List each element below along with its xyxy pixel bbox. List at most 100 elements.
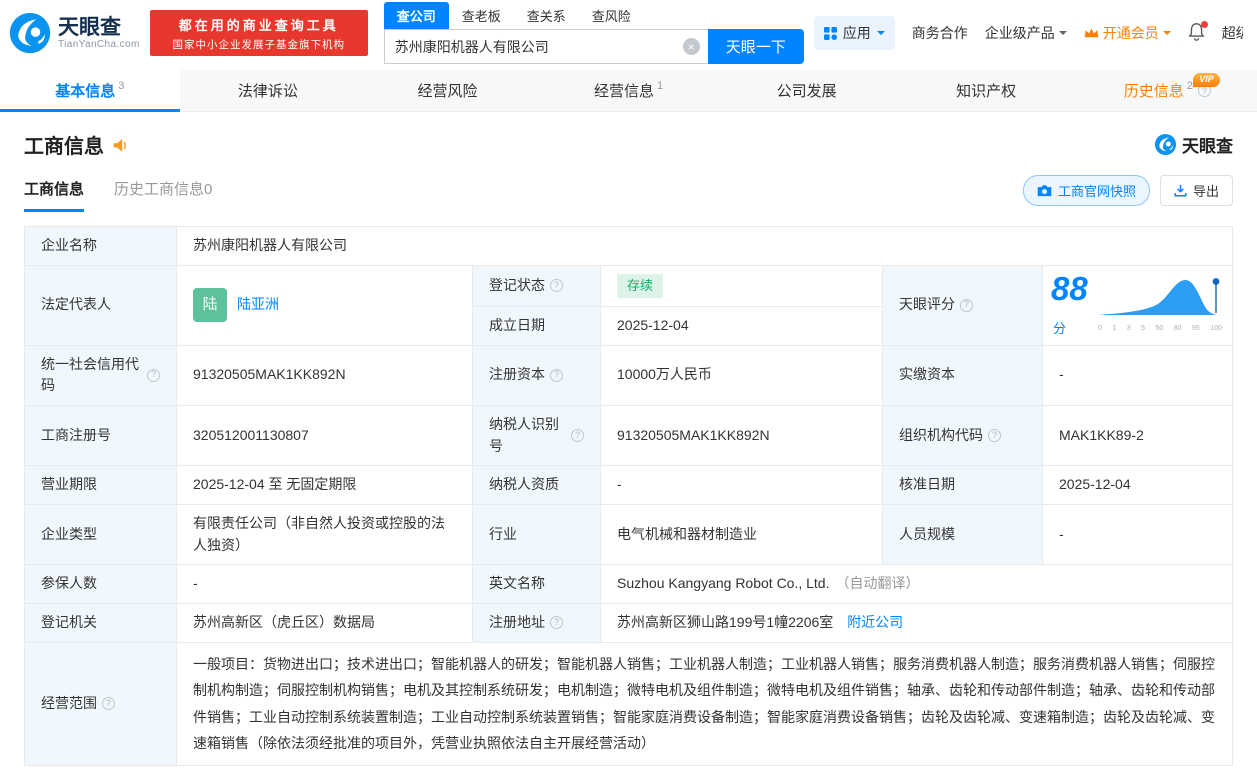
chevron-down-icon [1059,31,1067,39]
section-title: 工商信息 [24,130,104,159]
table-row: 参保人数 - 英文名称 Suzhou Kangyang Robot Co., L… [25,565,1233,604]
table-row: 企业名称 苏州康阳机器人有限公司 [25,227,1233,266]
vip-badge: VIP [1193,73,1220,87]
official-snapshot-button[interactable]: 工商官网快照 [1023,175,1150,206]
apps-menu[interactable]: 应用 [814,16,895,50]
score-axis: 01 35 5080 95100 [1096,324,1224,335]
taxpayer-id-label: 纳税人识别号 [473,405,601,465]
table-row: 统一社会信用代码 91320505MAK1KK892N 注册资本 10000万人… [25,345,1233,405]
help-icon[interactable] [571,429,584,442]
scope-label: 经营范围 [25,642,177,765]
org-code-label: 组织机构代码 [883,405,1043,465]
reg-no-label: 工商注册号 [25,405,177,465]
reg-status-label: 登记状态 [473,265,601,306]
credit-code-label: 统一社会信用代码 [25,345,177,405]
reg-status-value: 存续 [601,265,883,306]
search-tab-company[interactable]: 查公司 [384,2,449,29]
notification-dot [1201,21,1208,28]
logo-text: 天眼查 [58,16,140,39]
header-right-nav: 应用 商务合作 企业级产品 开通会员 超级风 [814,16,1243,50]
monitor-horn-icon[interactable] [112,137,129,153]
score-value[interactable]: 88分 01 35 5080 95100 [1043,265,1233,345]
score-label: 天眼评分 [883,265,1043,345]
avatar[interactable]: 陆 [193,288,227,322]
export-button[interactable]: 导出 [1160,175,1233,206]
super-risk-menu[interactable]: 超级风 [1222,23,1243,43]
clear-input-icon[interactable] [683,38,700,55]
english-name-value: Suzhou Kangyang Robot Co., Ltd.（自动翻译） [601,565,1233,604]
business-coop-link[interactable]: 商务合作 [912,23,968,43]
table-row: 营业期限 2025-12-04 至 无固定期限 纳税人资质 - 核准日期 202… [25,466,1233,505]
promo-line1: 都在用的商业查询工具 [179,15,339,34]
insured-label: 参保人数 [25,565,177,604]
english-name-label: 英文名称 [473,565,601,604]
chevron-down-icon [1163,31,1171,39]
tab-history-info[interactable]: VIP 历史信息2 [1077,70,1257,111]
enterprise-product-menu[interactable]: 企业级产品 [985,23,1067,43]
insured-value: - [177,565,473,604]
tianyancha-logo[interactable]: 天眼查 TianYanCha.com [8,11,140,55]
tab-company-development[interactable]: 公司发展 [718,70,898,111]
paid-capital-label: 实缴资本 [883,345,1043,405]
tianyancha-watermark: 天眼查 [1154,132,1233,157]
search-tab-risk[interactable]: 查风险 [579,2,644,29]
help-icon[interactable] [960,299,973,312]
subtab-history-business-info[interactable]: 历史工商信息0 [114,178,212,212]
search-input[interactable] [384,29,708,64]
legal-rep-link[interactable]: 陆亚洲 [237,294,279,316]
company-type-value: 有限责任公司（非自然人投资或控股的法人独资） [177,504,473,564]
term-value: 2025-12-04 至 无固定期限 [177,466,473,505]
tab-operation-info[interactable]: 经营信息1 [539,70,719,111]
search-area: 查公司 查老板 查关系 查风险 天眼一下 [384,2,804,64]
open-vip-menu[interactable]: 开通会员 [1084,23,1171,43]
approve-date-label: 核准日期 [883,466,1043,505]
auto-translate-note: （自动翻译） [835,575,919,591]
help-icon[interactable] [147,369,160,382]
search-tab-boss[interactable]: 查老板 [449,2,514,29]
apps-label: 应用 [843,23,871,43]
chevron-down-icon [877,31,885,39]
help-icon[interactable] [550,279,563,292]
address-value: 苏州高新区狮山路199号1幢2206室 附近公司 [601,604,1233,643]
industry-label: 行业 [473,504,601,564]
taxpayer-quality-label: 纳税人资质 [473,466,601,505]
table-row: 登记机关 苏州高新区（虎丘区）数据局 注册地址 苏州高新区狮山路199号1幢22… [25,604,1233,643]
score-distribution-chart: 01 35 5080 95100 [1096,275,1224,335]
table-row: 工商注册号 320512001130807 纳税人识别号 91320505MAK… [25,405,1233,465]
company-nav-tabs: 基本信息3 法律诉讼 经营风险 经营信息1 公司发展 知识产权 VIP 历史信息… [0,70,1257,112]
approve-date-value: 2025-12-04 [1043,466,1233,505]
search-tabs: 查公司 查老板 查关系 查风险 [384,2,804,29]
tab-legal-litigation[interactable]: 法律诉讼 [180,70,360,111]
promo-banner: 都在用的商业查询工具 国家中小企业发展子基金旗下机构 [150,10,368,56]
nearby-companies-link[interactable]: 附近公司 [847,614,903,630]
scope-value: 一般项目：货物进出口；技术进出口；智能机器人的研发；智能机器人销售；工业机器人制… [177,642,1233,765]
camera-icon [1037,184,1052,197]
search-tab-relation[interactable]: 查关系 [514,2,579,29]
search-button[interactable]: 天眼一下 [708,29,804,64]
logo-swirl-icon [1154,133,1177,156]
business-info-table: 企业名称 苏州康阳机器人有限公司 法定代表人 陆 陆亚洲 登记状态 [24,226,1233,766]
credit-code-value: 91320505MAK1KK892N [177,345,473,405]
tab-basic-info[interactable]: 基本信息3 [0,70,180,111]
help-icon[interactable] [550,369,563,382]
company-name-value: 苏州康阳机器人有限公司 [177,227,1233,266]
tab-intellectual-property[interactable]: 知识产权 [898,70,1078,111]
tab-operation-risk[interactable]: 经营风险 [359,70,539,111]
staff-size-label: 人员规模 [883,504,1043,564]
help-icon[interactable] [102,697,115,710]
notifications-button[interactable] [1188,23,1205,44]
est-date-value: 2025-12-04 [601,306,883,345]
legal-rep-label: 法定代表人 [25,265,177,345]
staff-size-value: - [1043,504,1233,564]
help-icon[interactable] [988,429,1001,442]
table-row: 法定代表人 陆 陆亚洲 登记状态 存续 天眼评分 [25,265,1233,306]
promo-line2: 国家中小企业发展子基金旗下机构 [173,37,346,52]
logo-swirl-icon [8,11,52,55]
subtab-business-info[interactable]: 工商信息 [24,178,84,212]
company-type-label: 企业类型 [25,504,177,564]
reg-capital-label: 注册资本 [473,345,601,405]
company-name-label: 企业名称 [25,227,177,266]
table-row: 经营范围 一般项目：货物进出口；技术进出口；智能机器人的研发；智能机器人销售；工… [25,642,1233,765]
crown-icon [1084,27,1099,39]
help-icon[interactable] [550,616,563,629]
